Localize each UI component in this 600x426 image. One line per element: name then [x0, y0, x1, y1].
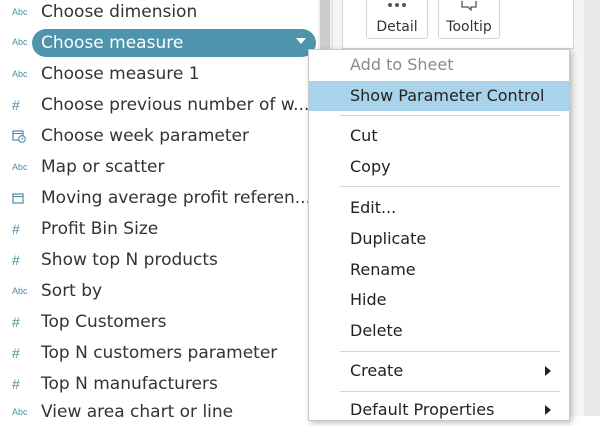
- parameter-label: Top N customers parameter: [41, 343, 278, 363]
- parameter-label: Show top N products: [41, 250, 218, 270]
- menu-label: Create: [350, 361, 404, 380]
- detail-label: Detail: [376, 19, 418, 35]
- parameter-label: Top Customers: [41, 312, 167, 332]
- context-menu: Add to Sheet Show Parameter Control Cut …: [308, 49, 570, 421]
- abc-icon: Abc: [12, 69, 28, 79]
- menu-default-properties[interactable]: Default Properties: [309, 395, 569, 425]
- abc-icon: Abc: [12, 407, 28, 417]
- parameter-item-selected[interactable]: Abc Choose measure: [0, 28, 318, 57]
- menu-label: Add to Sheet: [350, 55, 454, 74]
- parameter-label: Moving average profit referen...: [41, 188, 311, 208]
- menu-hide[interactable]: Hide: [309, 285, 569, 315]
- abc-icon: Abc: [12, 37, 28, 47]
- datetime-icon: [12, 122, 34, 150]
- number-icon: #: [12, 221, 20, 237]
- menu-separator: [340, 351, 560, 352]
- submenu-arrow-icon: [545, 405, 551, 415]
- parameter-item[interactable]: # Profit Bin Size: [0, 215, 318, 243]
- dropdown-caret-icon[interactable]: [296, 38, 306, 44]
- parameter-label: Choose measure: [41, 33, 184, 53]
- menu-create[interactable]: Create: [309, 356, 569, 386]
- detail-icon: [385, 0, 409, 15]
- parameter-item[interactable]: Abc Choose dimension: [0, 0, 318, 26]
- submenu-arrow-icon: [545, 366, 551, 376]
- parameter-item[interactable]: # Show top N products: [0, 246, 318, 274]
- menu-edit[interactable]: Edit...: [309, 193, 569, 223]
- menu-label: Delete: [350, 321, 403, 340]
- parameter-item[interactable]: Abc Map or scatter: [0, 153, 318, 181]
- parameter-item[interactable]: Moving average profit referen...: [0, 184, 318, 212]
- number-icon: #: [12, 314, 20, 330]
- parameter-item[interactable]: # Top N manufacturers: [0, 370, 318, 398]
- number-icon: #: [12, 252, 20, 268]
- menu-rename[interactable]: Rename: [309, 255, 569, 285]
- menu-show-parameter-control[interactable]: Show Parameter Control: [309, 81, 569, 111]
- menu-separator: [340, 186, 560, 187]
- number-icon: #: [12, 97, 20, 113]
- menu-duplicate[interactable]: Duplicate: [309, 224, 569, 254]
- tooltip-button[interactable]: Tooltip: [438, 0, 500, 39]
- abc-icon: Abc: [12, 7, 28, 17]
- parameter-item[interactable]: Abc View area chart or line: [0, 398, 318, 426]
- parameters-pane: Abc Choose dimension Abc Choose measure …: [0, 0, 320, 422]
- menu-label: Copy: [350, 157, 391, 176]
- parameter-label: Choose previous number of w...: [41, 95, 310, 115]
- parameter-label: Choose dimension: [41, 2, 198, 22]
- detail-button[interactable]: Detail: [366, 0, 428, 39]
- abc-icon: Abc: [12, 162, 28, 172]
- menu-label: Cut: [350, 126, 378, 145]
- menu-delete[interactable]: Delete: [309, 316, 569, 346]
- parameter-item[interactable]: Abc Choose measure 1: [0, 60, 318, 88]
- menu-add-to-sheet: Add to Sheet: [309, 50, 569, 80]
- parameter-item[interactable]: Choose week parameter: [0, 122, 318, 150]
- menu-label: Edit...: [350, 198, 397, 217]
- tooltip-icon: [460, 0, 478, 15]
- parameter-label: Choose measure 1: [41, 64, 200, 84]
- menu-copy[interactable]: Copy: [309, 152, 569, 182]
- menu-label: Rename: [350, 260, 416, 279]
- number-icon: #: [12, 376, 20, 392]
- menu-separator: [340, 391, 560, 392]
- parameter-label: Profit Bin Size: [41, 219, 159, 239]
- parameter-label: Top N manufacturers: [41, 374, 218, 394]
- number-icon: #: [12, 345, 20, 361]
- side-panel-edge: [584, 0, 600, 416]
- tooltip-label: Tooltip: [446, 19, 492, 35]
- parameter-label: Choose week parameter: [41, 126, 249, 146]
- parameter-label: View area chart or line: [41, 402, 234, 422]
- parameter-label: Map or scatter: [41, 157, 165, 177]
- menu-separator: [340, 115, 560, 116]
- parameter-item[interactable]: Abc Sort by: [0, 277, 318, 305]
- parameter-item[interactable]: # Top Customers: [0, 308, 318, 336]
- menu-label: Show Parameter Control: [350, 86, 545, 105]
- menu-label: Hide: [350, 290, 387, 309]
- menu-cut[interactable]: Cut: [309, 121, 569, 151]
- parameter-item[interactable]: # Top N customers parameter: [0, 339, 318, 367]
- abc-icon: Abc: [12, 286, 28, 296]
- date-icon: [12, 184, 34, 212]
- menu-label: Default Properties: [350, 400, 495, 419]
- parameter-label: Sort by: [41, 281, 103, 301]
- parameter-item[interactable]: # Choose previous number of w...: [0, 91, 318, 119]
- menu-label: Duplicate: [350, 229, 427, 248]
